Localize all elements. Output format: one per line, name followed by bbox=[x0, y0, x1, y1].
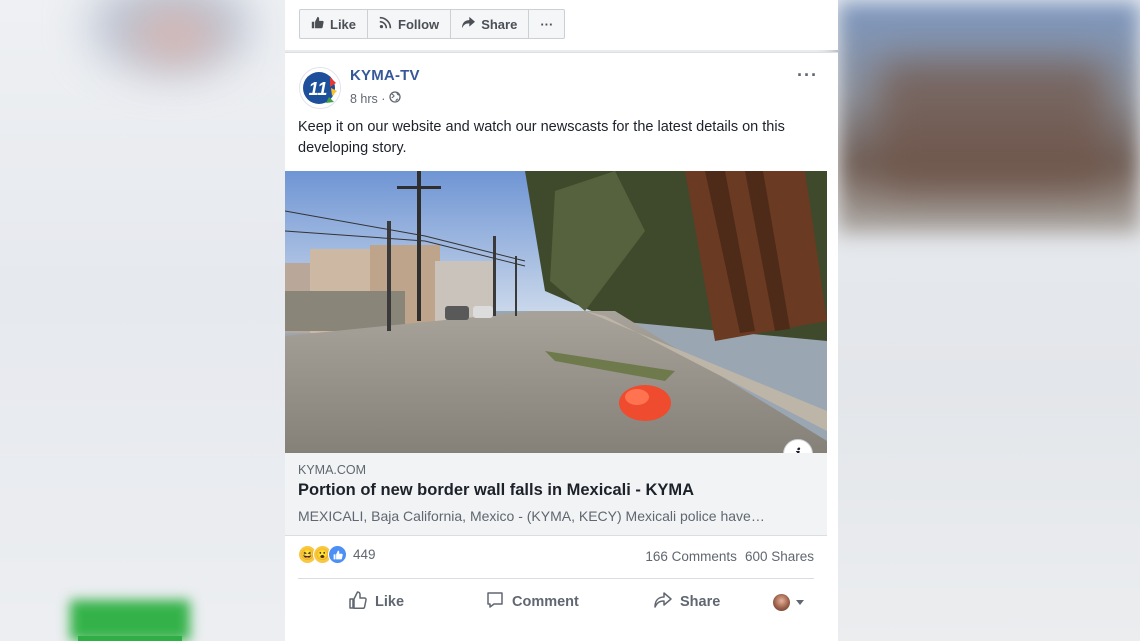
post-like-button[interactable]: Like bbox=[348, 590, 404, 614]
thumbs-up-icon bbox=[311, 16, 324, 32]
post-share-label: Share bbox=[680, 594, 721, 610]
page-share-button[interactable]: Share bbox=[451, 10, 530, 38]
globe-icon bbox=[389, 91, 402, 106]
rss-follow-icon bbox=[379, 16, 392, 32]
svg-text:11: 11 bbox=[309, 79, 328, 99]
page-name-link[interactable]: KYMA-TV bbox=[350, 67, 420, 84]
more-dots-icon: ··· bbox=[540, 16, 554, 32]
actions-divider bbox=[298, 578, 814, 579]
blurred-background-right bbox=[838, 0, 1140, 641]
reactions-summary[interactable]: 😆 😮 449 bbox=[298, 545, 376, 564]
page-follow-button[interactable]: Follow bbox=[368, 10, 452, 38]
reaction-count: 449 bbox=[353, 547, 376, 562]
post-timestamp[interactable]: 8 hrs · bbox=[350, 91, 402, 106]
page-like-button[interactable]: Like bbox=[300, 10, 369, 38]
page-action-toolbar: Like Follow Share ··· bbox=[299, 9, 566, 39]
post-as-selector[interactable] bbox=[773, 593, 804, 611]
comments-count-link[interactable]: 166 Comments bbox=[645, 549, 737, 564]
comment-bubble-icon bbox=[485, 590, 505, 614]
post-actions-bar: Like Comment Share bbox=[298, 583, 814, 621]
share-arrow-icon bbox=[462, 16, 476, 32]
link-title[interactable]: Portion of new border wall falls in Mexi… bbox=[298, 481, 694, 500]
post-like-label: Like bbox=[375, 594, 405, 610]
link-domain: KYMA.COM bbox=[298, 463, 367, 477]
page-avatar[interactable]: 11 bbox=[299, 67, 341, 109]
page-share-label: Share bbox=[481, 16, 518, 32]
page-more-button[interactable]: ··· bbox=[529, 10, 564, 38]
post-comment-label: Comment bbox=[512, 594, 579, 610]
street-scene-photo bbox=[285, 171, 827, 453]
blurred-background-left bbox=[0, 0, 285, 641]
post-card: 11 KYMA-TV 8 hrs · ··· Keep it on our we… bbox=[285, 52, 838, 641]
engagement-counts: 166 Comments 600 Shares bbox=[645, 549, 814, 564]
shares-count-link[interactable]: 600 Shares bbox=[745, 549, 814, 564]
chevron-down-icon bbox=[796, 599, 804, 605]
page-like-label: Like bbox=[330, 16, 357, 32]
post-share-button[interactable]: Share bbox=[653, 590, 720, 614]
share-outline-icon bbox=[653, 590, 673, 614]
user-avatar bbox=[773, 593, 790, 611]
link-preview-meta[interactable]: KYMA.COM Portion of new border wall fall… bbox=[285, 453, 827, 536]
post-options-button[interactable]: ··· bbox=[797, 65, 818, 86]
post-comment-button[interactable]: Comment bbox=[485, 590, 579, 614]
kyma-logo-icon: 11 bbox=[300, 68, 340, 108]
post-message: Keep it on our website and watch our new… bbox=[298, 119, 785, 156]
page-follow-label: Follow bbox=[398, 16, 440, 32]
like-reaction-icon bbox=[328, 545, 347, 564]
post-time-text: 8 hrs · bbox=[350, 91, 386, 106]
thumbs-up-outline-icon bbox=[348, 590, 368, 614]
link-preview-image[interactable] bbox=[285, 171, 827, 453]
link-description: MEXICALI, Baja California, Mexico - (KYM… bbox=[298, 508, 765, 524]
